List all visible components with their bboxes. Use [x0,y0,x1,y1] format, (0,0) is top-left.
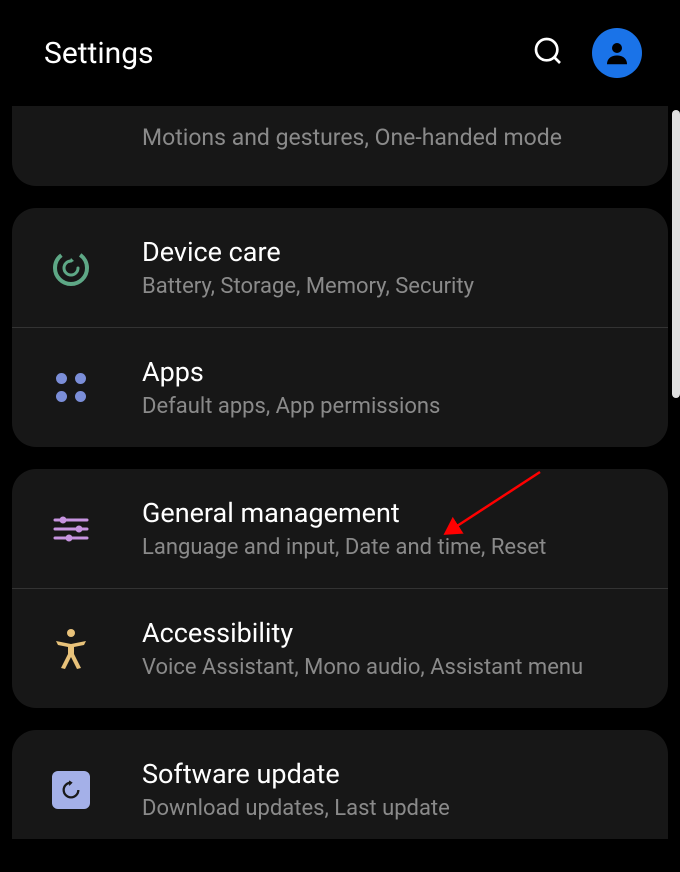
sliders-icon [48,506,94,552]
header-actions [532,28,642,78]
settings-list: Motions and gestures, One-handed mode De… [0,106,680,839]
item-subtitle: Motions and gestures, One-handed mode [142,124,640,151]
text-area: Motions and gestures, One-handed mode [142,124,640,151]
search-button[interactable] [532,35,564,71]
scrollbar[interactable] [672,110,680,398]
profile-button[interactable] [592,28,642,78]
settings-item-apps[interactable]: Apps Default apps, App permissions [12,327,668,447]
accessibility-icon [48,626,94,672]
settings-item-software-update[interactable]: Software update Download updates, Last u… [12,730,668,839]
icon-area [48,114,142,160]
advanced-features-icon [48,114,94,160]
settings-card: Motions and gestures, One-handed mode [12,106,668,186]
item-subtitle: Language and input, Date and time, Reset [142,535,640,560]
settings-card: Device care Battery, Storage, Memory, Se… [12,208,668,447]
item-title: Accessibility [142,617,640,649]
person-icon [602,38,632,68]
search-icon [532,35,564,67]
apps-icon [48,365,94,411]
item-title: Software update [142,758,640,790]
item-title: Device care [142,236,640,268]
item-subtitle: Voice Assistant, Mono audio, Assistant m… [142,655,640,680]
item-subtitle: Download updates, Last update [142,796,640,821]
item-subtitle: Battery, Storage, Memory, Security [142,274,640,299]
settings-item-advanced-features[interactable]: Motions and gestures, One-handed mode [12,106,668,186]
software-update-icon [48,767,94,813]
item-title: General management [142,497,640,529]
item-subtitle: Default apps, App permissions [142,394,640,419]
settings-card: Software update Download updates, Last u… [12,730,668,839]
settings-item-general-management[interactable]: General management Language and input, D… [12,469,668,588]
header: Settings [0,0,680,106]
page-title: Settings [44,36,154,71]
device-care-icon [48,245,94,291]
item-title: Apps [142,356,640,388]
settings-item-device-care[interactable]: Device care Battery, Storage, Memory, Se… [12,208,668,327]
settings-item-accessibility[interactable]: Accessibility Voice Assistant, Mono audi… [12,588,668,708]
settings-card: General management Language and input, D… [12,469,668,708]
